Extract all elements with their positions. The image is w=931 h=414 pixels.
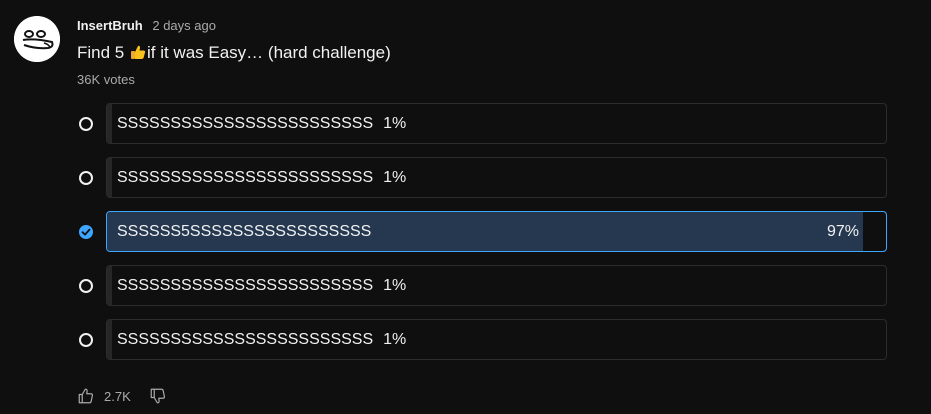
poll-option-text: SSSSSSSSSSSSSSSSSSSSSSSS: [117, 331, 374, 348]
thumbs-down-icon[interactable]: [149, 387, 167, 405]
title-text-start: Find 5: [77, 43, 129, 62]
post-actions: 2.7K: [77, 386, 167, 406]
poll-option-bar: [107, 104, 112, 143]
poll-option-3[interactable]: SSSSSS5SSSSSSSSSSSSSSSSS 97%: [106, 211, 887, 252]
poll-option-label: SSSSSSSSSSSSSSSSSSSSSSSS 1%: [117, 320, 406, 359]
poll-radio-2[interactable]: [79, 171, 93, 185]
community-post: InsertBruh 2 days ago Find 5 if it was E…: [0, 0, 931, 414]
post-time[interactable]: 2 days ago: [152, 18, 216, 33]
poll-option-percent: 1%: [383, 277, 407, 294]
vote-count: 36K votes: [77, 72, 135, 87]
poll-radio-3-checked[interactable]: [79, 225, 93, 239]
like-count: 2.7K: [104, 388, 131, 404]
poll-option-label: SSSSSSSSSSSSSSSSSSSSSSSS 1%: [117, 104, 406, 143]
poll-option-percent: 1%: [383, 169, 407, 186]
poll-option-2[interactable]: SSSSSSSSSSSSSSSSSSSSSSSS 1%: [106, 157, 887, 198]
poll-option-bar: [107, 158, 112, 197]
checkmark-icon: [81, 228, 91, 236]
poll-option-label: SSSSSSSSSSSSSSSSSSSSSSSS 1%: [117, 158, 406, 197]
poll-option-text: SSSSSSSSSSSSSSSSSSSSSSSS: [117, 169, 374, 186]
thumbs-up-emoji-icon: [130, 45, 146, 59]
poll-radio-1[interactable]: [79, 117, 93, 131]
poll-option-bar: [107, 266, 112, 305]
post-title: Find 5 if it was Easy… (hard challenge): [77, 41, 391, 65]
poll-option-percent: 1%: [383, 331, 407, 348]
poll-option-percent: 97%: [826, 223, 859, 240]
poll-option-text: SSSSSSSSSSSSSSSSSSSSSSSS: [117, 277, 374, 294]
poll-option-bar: [107, 320, 112, 359]
author-name[interactable]: InsertBruh: [77, 18, 143, 33]
poll-option-text: SSSSSS5SSSSSSSSSSSSSSSSS: [117, 223, 372, 240]
avatar[interactable]: [14, 16, 60, 62]
poll-radio-5[interactable]: [79, 333, 93, 347]
poll-option-text: SSSSSSSSSSSSSSSSSSSSSSSS: [117, 115, 374, 132]
thumbs-up-icon[interactable]: [77, 387, 95, 405]
poll-option-label: SSSSSSSSSSSSSSSSSSSSSSSS 1%: [117, 266, 406, 305]
poll-option-4[interactable]: SSSSSSSSSSSSSSSSSSSSSSSS 1%: [106, 265, 887, 306]
poll-option-5[interactable]: SSSSSSSSSSSSSSSSSSSSSSSS 1%: [106, 319, 887, 360]
post-header: InsertBruh 2 days ago: [77, 17, 216, 35]
poll-option-1[interactable]: SSSSSSSSSSSSSSSSSSSSSSSS 1%: [106, 103, 887, 144]
poll-option-percent: 1%: [383, 115, 407, 132]
poll-radio-4[interactable]: [79, 279, 93, 293]
avatar-face-icon: [14, 16, 60, 62]
title-text-end: if it was Easy… (hard challenge): [146, 43, 391, 62]
